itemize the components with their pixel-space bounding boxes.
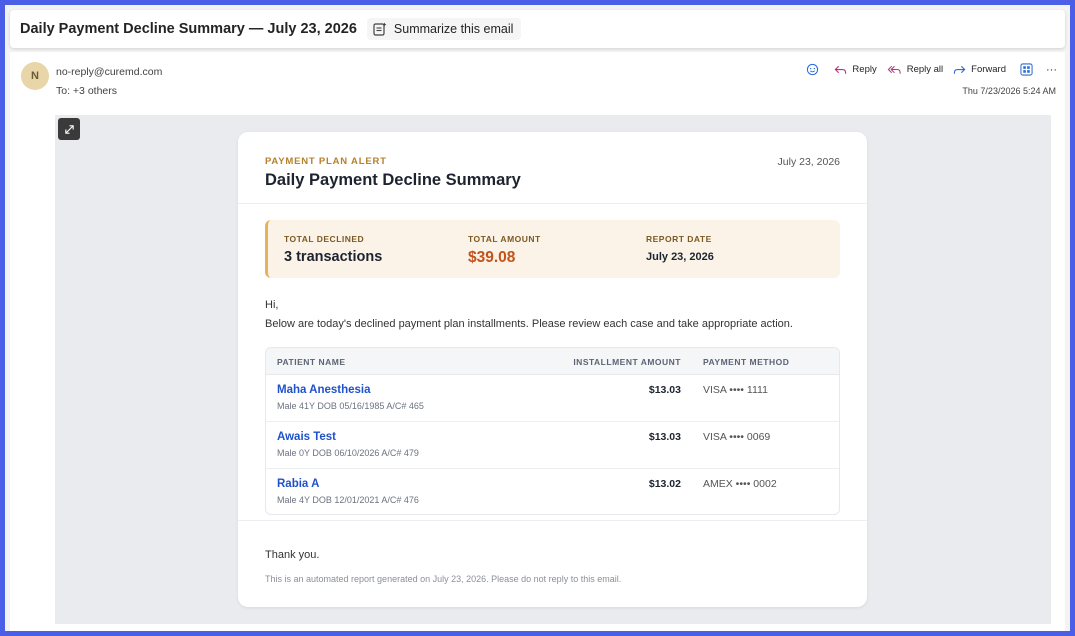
total-declined-label: TOTAL DECLINED [284, 234, 365, 244]
message-actions: Reply Reply all Forward ··· [796, 63, 1057, 76]
summarize-icon [372, 21, 388, 37]
reply-all-icon [887, 65, 901, 74]
message-body: PAYMENT PLAN ALERT July 23, 2026 Daily P… [55, 115, 1051, 624]
reply-all-button[interactable]: Reply all [887, 64, 943, 76]
patient-name-link[interactable]: Maha Anesthesia [277, 384, 371, 396]
payment-method: VISA •••• 0069 [703, 431, 771, 443]
alert-label: PAYMENT PLAN ALERT [265, 156, 387, 167]
automated-note: This is an automated report generated on… [265, 574, 622, 584]
apps-grid-icon [1020, 63, 1033, 76]
report-date-value: July 23, 2026 [646, 251, 714, 263]
total-declined-value: 3 transactions [284, 249, 383, 265]
email-heading: Daily Payment Decline Summary [265, 171, 521, 189]
declines-table: PATIENT NAME INSTALLMENT AMOUNT PAYMENT … [265, 347, 840, 515]
forward-label: Forward [971, 64, 1006, 75]
greeting: Hi, [265, 299, 279, 311]
installment-amount: $13.03 [648, 384, 681, 396]
email-card: PAYMENT PLAN ALERT July 23, 2026 Daily P… [238, 132, 867, 607]
apps-button[interactable] [1020, 63, 1038, 76]
footer-divider [238, 520, 867, 521]
email-date: July 23, 2026 [777, 156, 840, 168]
summary-box: TOTAL DECLINED 3 transactions TOTAL AMOU… [265, 220, 840, 278]
reply-icon [835, 65, 847, 74]
expand-icon [64, 124, 74, 134]
sender-address[interactable]: no-reply@curemd.com [56, 66, 162, 78]
installment-amount: $13.03 [648, 431, 681, 443]
table-row: Maha Anesthesia Male 41Y DOB 05/16/1985 … [266, 375, 839, 421]
header-divider [238, 203, 867, 204]
column-payment-method: PAYMENT METHOD [703, 357, 790, 367]
recipients[interactable]: To: +3 others [56, 85, 117, 97]
summary-report-date: REPORT DATE July 23, 2026 [646, 234, 714, 263]
expand-button[interactable] [58, 118, 80, 140]
emoji-reaction-button[interactable] [806, 63, 824, 76]
total-amount-value: $39.08 [468, 249, 516, 266]
payment-method: VISA •••• 1111 [703, 384, 768, 396]
thanks-text: Thank you. [265, 549, 320, 561]
intro-text: Below are today's declined payment plan … [265, 318, 793, 330]
total-amount-label: TOTAL AMOUNT [468, 234, 541, 244]
patient-details: Male 4Y DOB 12/01/2021 A/C# 476 [277, 495, 419, 505]
table-row: Rabia A Male 4Y DOB 12/01/2021 A/C# 476 … [266, 468, 839, 514]
smiley-icon [807, 63, 819, 76]
table-row: Awais Test Male 0Y DOB 06/10/2026 A/C# 4… [266, 421, 839, 467]
reply-label: Reply [852, 64, 877, 75]
forward-button[interactable]: Forward [953, 64, 1006, 76]
subject-bar: Daily Payment Decline Summary — July 23,… [10, 10, 1065, 48]
more-actions-button[interactable]: ··· [1046, 64, 1057, 76]
email-window: Daily Payment Decline Summary — July 23,… [5, 5, 1070, 631]
table-header: PATIENT NAME INSTALLMENT AMOUNT PAYMENT … [266, 348, 839, 375]
column-installment-amount: INSTALLMENT AMOUNT [573, 357, 681, 367]
reading-pane: N no-reply@curemd.com To: +3 others Repl… [10, 52, 1065, 631]
patient-details: Male 0Y DOB 06/10/2026 A/C# 479 [277, 448, 419, 458]
forward-icon [953, 65, 966, 74]
avatar[interactable]: N [21, 62, 49, 90]
patient-details: Male 41Y DOB 05/16/1985 A/C# 465 [277, 401, 424, 411]
column-patient-name: PATIENT NAME [277, 357, 346, 367]
payment-method: AMEX •••• 0002 [703, 478, 777, 490]
summarize-label: Summarize this email [393, 22, 514, 36]
installment-amount: $13.02 [648, 478, 681, 490]
patient-name-link[interactable]: Awais Test [277, 431, 336, 443]
summary-total-amount: TOTAL AMOUNT $39.08 [468, 234, 541, 267]
reply-all-label: Reply all [906, 64, 944, 75]
summary-total-declined: TOTAL DECLINED 3 transactions [284, 234, 382, 265]
patient-name-link[interactable]: Rabia A [277, 478, 319, 490]
summarize-button[interactable]: Summarize this email [366, 18, 522, 40]
subject-title: Daily Payment Decline Summary — July 23,… [20, 21, 357, 37]
reply-button[interactable]: Reply [834, 64, 877, 76]
received-timestamp: Thu 7/23/2026 5:24 AM [962, 86, 1056, 96]
report-date-label: REPORT DATE [646, 234, 712, 244]
